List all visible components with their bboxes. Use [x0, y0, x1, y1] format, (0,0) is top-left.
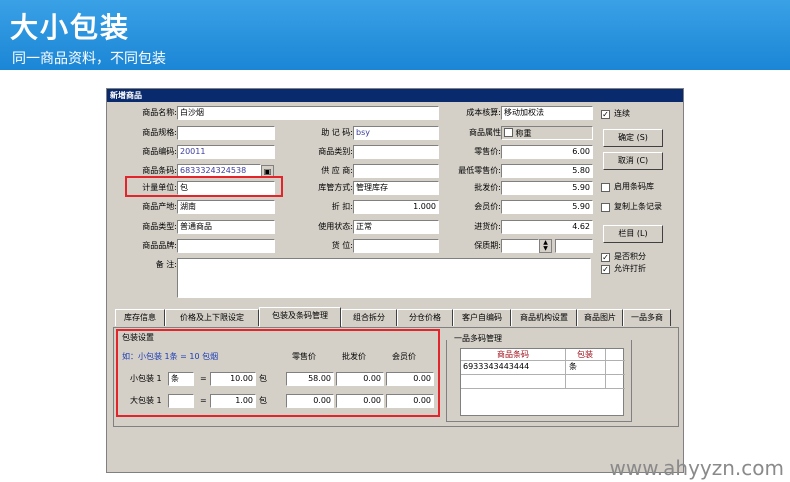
continuous-checkbox[interactable]: ✓	[601, 110, 610, 119]
code-input[interactable]: 20011	[177, 145, 275, 159]
origin-input[interactable]: 湖南	[177, 200, 275, 214]
tab-product-image[interactable]: 商品图片	[577, 309, 623, 326]
banner-subtitle: 同一商品资料，不同包装	[12, 51, 166, 67]
unit-highlight	[125, 176, 283, 197]
multicode-groupbox	[446, 340, 632, 422]
package-panel: 包装设置 如：小包装 1条 = 10 包烟 零售价 批发价 会员价 小包装 1 …	[113, 327, 679, 427]
tab-package-barcode[interactable]: 包装及条码管理	[259, 307, 341, 327]
tab-combine-split[interactable]: 组合拆分	[341, 309, 397, 326]
attr-label: 商品属性	[469, 128, 501, 137]
tab-customer-code[interactable]: 客户自编码	[453, 309, 511, 326]
type-label: 商品类型:	[142, 222, 177, 231]
continuous-label: 连续	[614, 109, 630, 118]
retail-input[interactable]: 6.00	[501, 145, 593, 159]
origin-label: 商品产地:	[142, 202, 177, 211]
stock-mode-input[interactable]: 管理库存	[353, 181, 439, 195]
discount-input[interactable]: 1.000	[353, 200, 439, 214]
weigh-checkbox[interactable]	[504, 128, 513, 137]
points-label: 是否积分	[614, 252, 646, 261]
package-highlight	[116, 329, 440, 417]
supplier-label: 供 应 商:	[321, 166, 353, 175]
wholesale-label: 批发价:	[474, 183, 501, 192]
attr-box: 称重	[501, 126, 593, 140]
copy-last-label: 复制上条记录	[614, 202, 662, 211]
purchase-label: 进货价:	[474, 222, 501, 231]
cancel-button[interactable]: 取消 (C)	[603, 152, 663, 170]
note-label: 备 注:	[155, 260, 177, 269]
enable-barcode-checkbox[interactable]	[601, 183, 610, 192]
mnemonic-input[interactable]: bsy	[353, 126, 439, 140]
tab-warehouse-price[interactable]: 分仓价格	[397, 309, 453, 326]
column-button[interactable]: 栏目 (L)	[603, 225, 663, 243]
purchase-input[interactable]: 4.62	[501, 220, 593, 234]
cost-label: 成本核算:	[466, 108, 501, 117]
supplier-input[interactable]	[353, 164, 439, 178]
mnemonic-label: 助 记 码:	[321, 128, 353, 137]
tab-price-limits[interactable]: 价格及上下限设定	[165, 309, 259, 326]
shelf-label: 保质期:	[474, 241, 501, 250]
name-input[interactable]: 白沙烟	[177, 106, 439, 120]
spec-label: 商品规格:	[142, 128, 177, 137]
discount-label: 折 扣:	[331, 202, 353, 211]
type-input[interactable]: 普通商品	[177, 220, 275, 234]
location-input[interactable]	[353, 239, 439, 253]
allow-discount-checkbox[interactable]: ✓	[601, 265, 610, 274]
member-label: 会员价:	[474, 202, 501, 211]
min-retail-input[interactable]: 5.80	[501, 164, 593, 178]
allow-discount-label: 允许打折	[614, 264, 646, 273]
cost-input[interactable]: 移动加权法	[501, 106, 593, 120]
wholesale-input[interactable]: 5.90	[501, 181, 593, 195]
note-input[interactable]	[177, 258, 591, 298]
brand-input[interactable]	[177, 239, 275, 253]
location-label: 货 位:	[331, 241, 353, 250]
name-label: 商品名称:	[142, 108, 177, 117]
enable-barcode-label: 启用条码库	[614, 182, 654, 191]
new-product-window: 新增商品 商品名称: 白沙烟 商品规格: 商品编码: 20011 商品条码: 6…	[106, 88, 684, 473]
stock-mode-label: 库管方式:	[318, 183, 353, 192]
tab-stock-info[interactable]: 库存信息	[115, 309, 165, 326]
banner: 大小包装 同一商品资料，不同包装	[0, 0, 790, 70]
spec-input[interactable]	[177, 126, 275, 140]
category-input[interactable]	[353, 145, 439, 159]
brand-label: 商品品牌:	[142, 241, 177, 250]
ok-button[interactable]: 确定 (S)	[603, 129, 663, 147]
category-label: 商品类别:	[318, 147, 353, 156]
banner-title: 大小包装	[10, 11, 131, 44]
window-title: 新增商品	[107, 89, 683, 102]
min-retail-label: 最低零售价:	[458, 166, 501, 175]
tab-multi-supplier[interactable]: 一品多商	[623, 309, 671, 326]
watermark: www.ahyyzn.com	[609, 456, 784, 480]
shelf-spinner[interactable]: ▲ ▼	[539, 239, 552, 253]
status-input[interactable]: 正常	[353, 220, 439, 234]
points-checkbox[interactable]: ✓	[601, 253, 610, 262]
shelf-unit-select[interactable]	[555, 239, 593, 253]
status-label: 使用状态:	[318, 222, 353, 231]
retail-label: 零售价:	[474, 147, 501, 156]
weigh-label: 称重	[515, 129, 532, 138]
copy-last-checkbox[interactable]	[601, 203, 610, 212]
code-label: 商品编码:	[142, 147, 177, 156]
tab-org-settings[interactable]: 商品机构设置	[511, 309, 577, 326]
member-input[interactable]: 5.90	[501, 200, 593, 214]
shelf-input[interactable]	[501, 239, 539, 253]
